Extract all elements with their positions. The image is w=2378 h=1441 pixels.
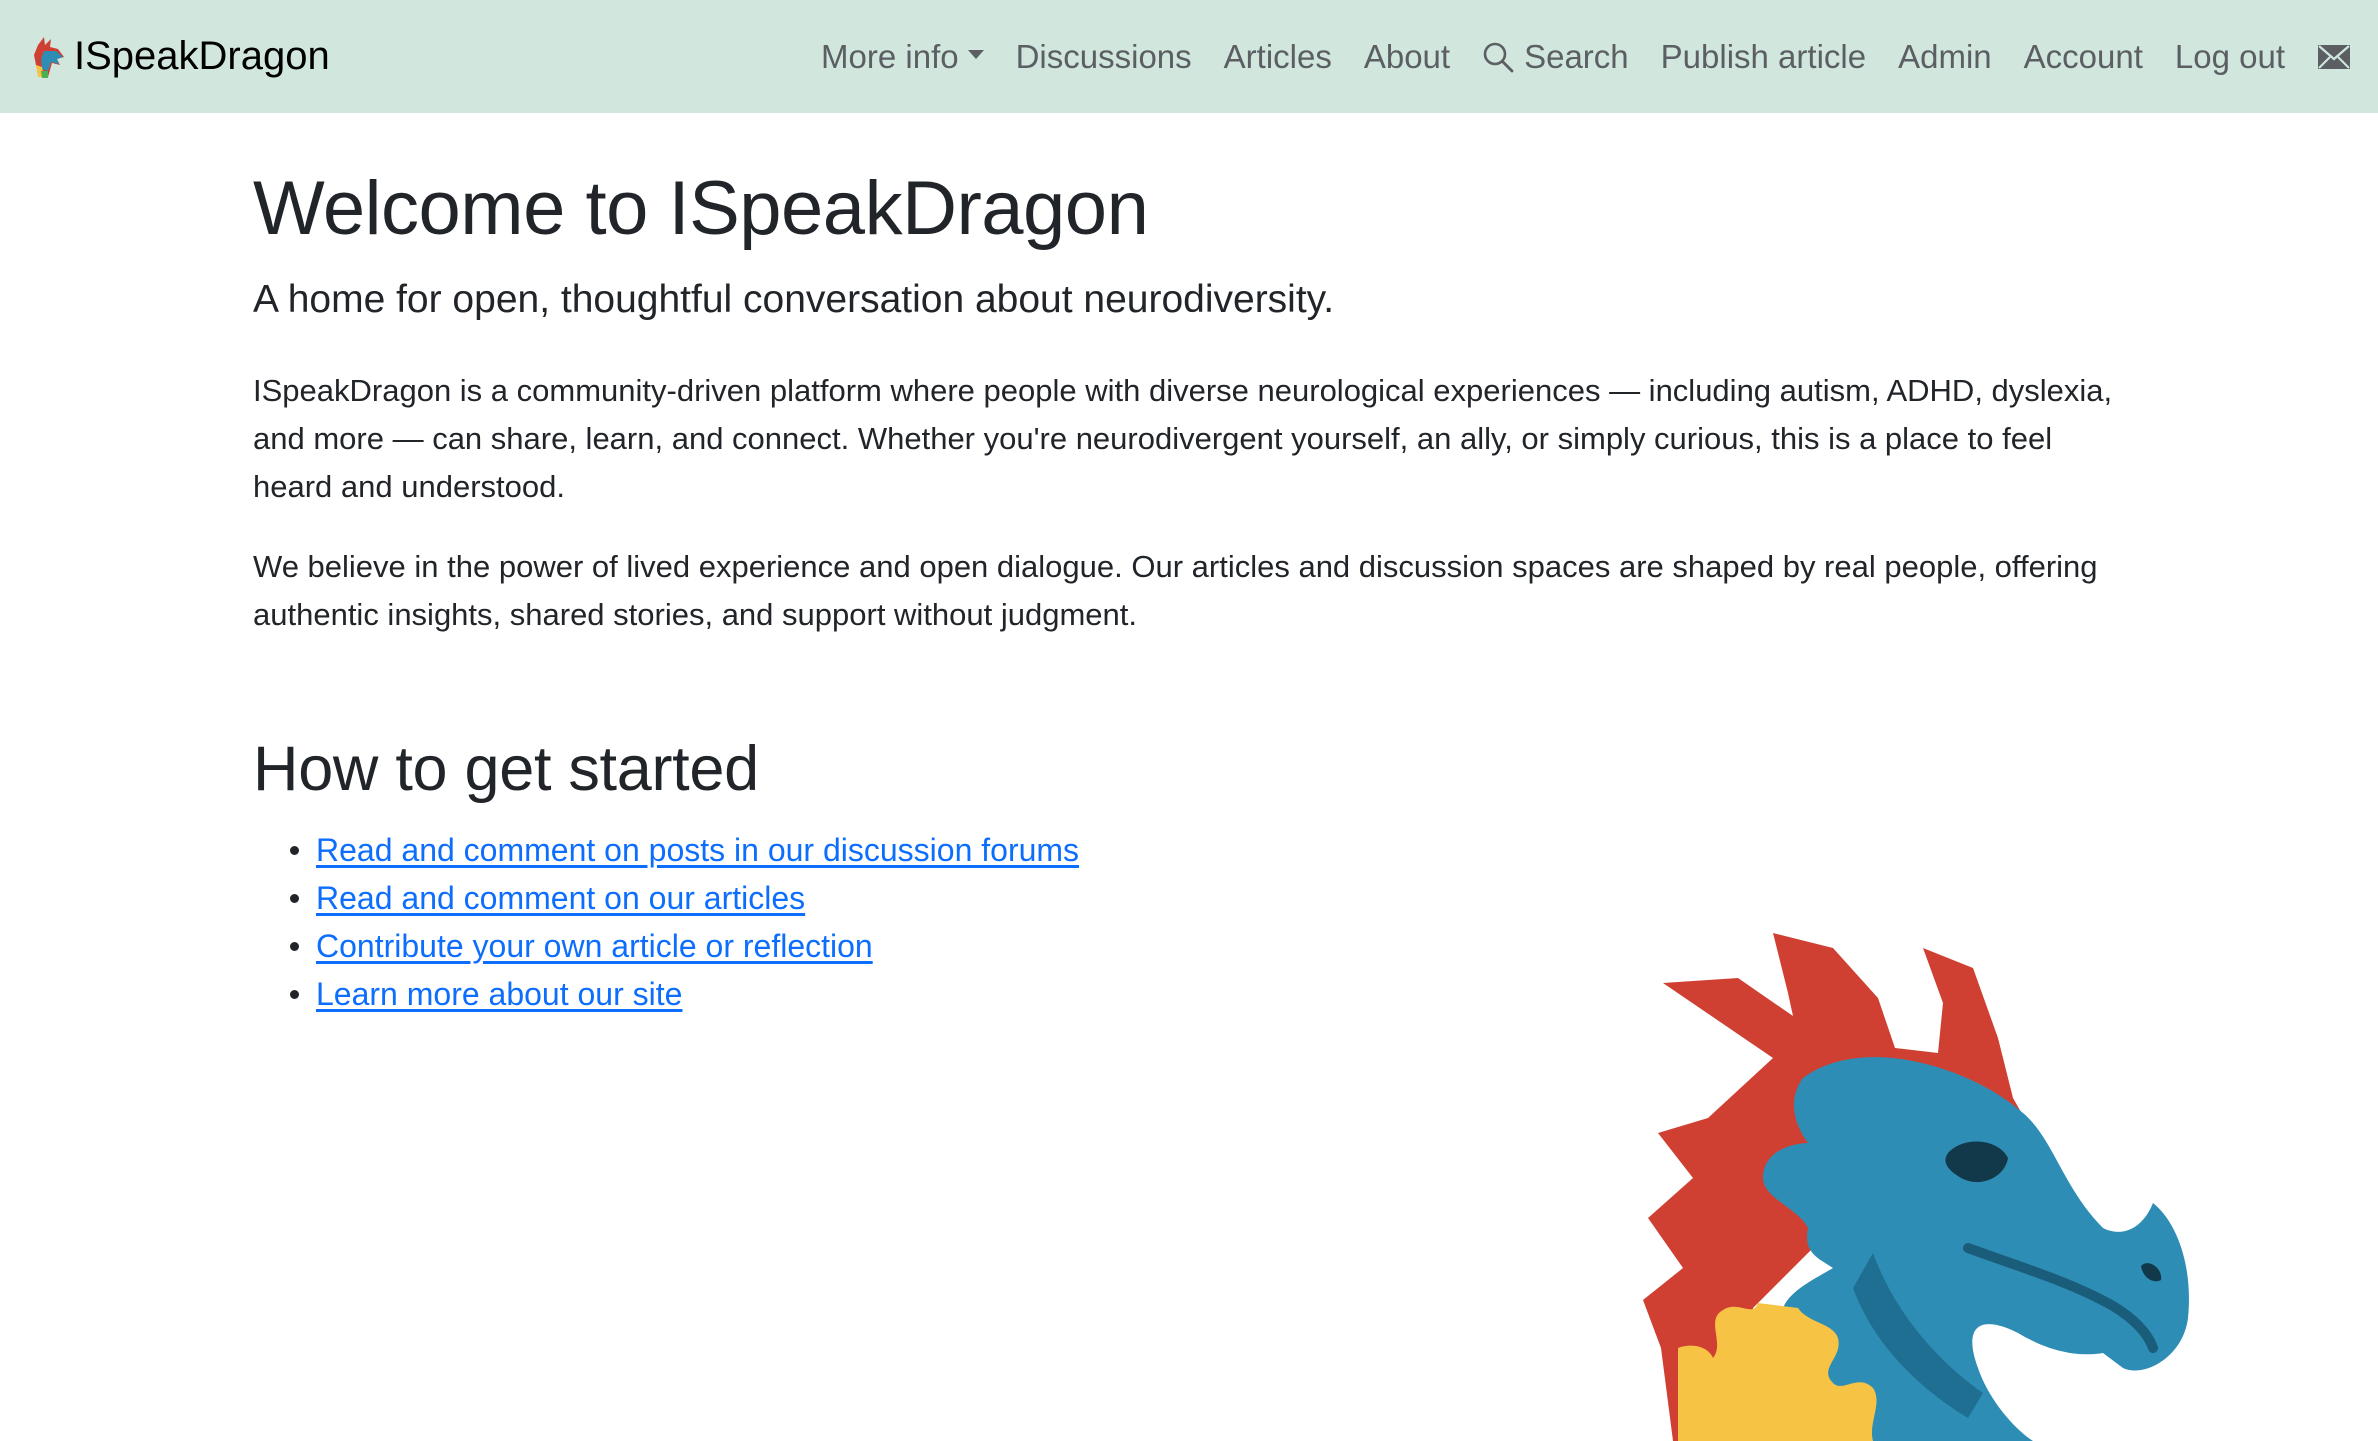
section-title: How to get started xyxy=(253,734,759,804)
nav-discussions[interactable]: Discussions xyxy=(1000,38,1208,76)
nav-admin[interactable]: Admin xyxy=(1882,38,2008,76)
nav-articles[interactable]: Articles xyxy=(1208,38,1348,76)
nav-menu: More info Discussions Articles About Sea… xyxy=(805,38,2351,76)
nav-search[interactable]: Search xyxy=(1466,38,1645,76)
brand-link[interactable]: ISpeakDragon xyxy=(30,34,330,79)
bullet-icon xyxy=(290,894,299,903)
page-title: Welcome to ISpeakDragon xyxy=(253,166,1149,251)
bullet-icon xyxy=(290,990,299,999)
caret-down-icon xyxy=(967,50,984,59)
nav-messages[interactable] xyxy=(2301,44,2351,70)
search-icon xyxy=(1483,42,1514,72)
nav-publish-article[interactable]: Publish article xyxy=(1645,38,1882,76)
bullet-icon xyxy=(290,846,299,855)
link-contribute-article[interactable]: Contribute your own article or reflectio… xyxy=(316,928,873,964)
nav-logout[interactable]: Log out xyxy=(2159,38,2301,76)
nav-more-info-label: More info xyxy=(821,37,959,75)
nav-account[interactable]: Account xyxy=(2008,38,2159,76)
page-lead: A home for open, thoughtful conversation… xyxy=(253,278,1335,321)
bullet-icon xyxy=(290,942,299,951)
list-item: Read and comment on our articles xyxy=(290,874,1079,922)
link-learn-more[interactable]: Learn more about our site xyxy=(316,976,682,1012)
nav-search-label: Search xyxy=(1524,37,1629,75)
intro-paragraph: ISpeakDragon is a community-driven platf… xyxy=(253,373,2113,504)
dragon-logo-icon xyxy=(34,36,64,78)
link-articles[interactable]: Read and comment on our articles xyxy=(316,880,805,916)
list-item: Learn more about our site xyxy=(290,970,1079,1018)
nav-more-info-dropdown[interactable]: More info xyxy=(805,38,1000,76)
dragon-puzzle-illustration xyxy=(1643,933,2189,1441)
belief-paragraph: We believe in the power of lived experie… xyxy=(253,549,2098,632)
link-discussion-forums[interactable]: Read and comment on posts in our discuss… xyxy=(316,832,1079,868)
brand-name: ISpeakDragon xyxy=(74,34,330,78)
nav-about[interactable]: About xyxy=(1348,38,1466,76)
list-item: Read and comment on posts in our discuss… xyxy=(290,826,1079,874)
envelope-icon xyxy=(2318,44,2350,69)
get-started-list: Read and comment on posts in our discuss… xyxy=(290,826,1079,1018)
top-navbar: ISpeakDragon More info Discussions Artic… xyxy=(0,0,2378,113)
list-item: Contribute your own article or reflectio… xyxy=(290,922,1079,970)
